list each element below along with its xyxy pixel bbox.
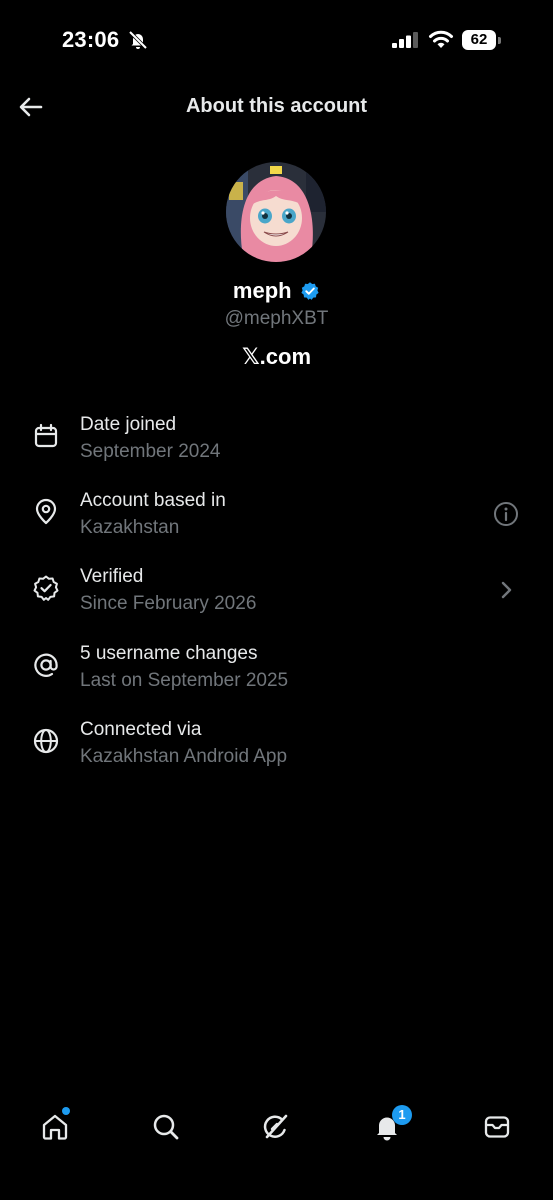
connected-via-value: Kazakhstan Android App <box>80 746 288 767</box>
status-bar: 23:06 62 <box>0 0 553 80</box>
muted-bell-icon <box>128 30 148 50</box>
notifications-count-badge: 1 <box>392 1105 412 1125</box>
username-changes-title: 5 username changes <box>80 643 258 664</box>
connected-via-row: Connected via Kazakhstan Android App <box>0 715 553 785</box>
connected-via-title: Connected via <box>80 719 202 740</box>
globe-icon <box>33 728 59 754</box>
username-changes-row: 5 username changes Last on September 202… <box>0 639 553 709</box>
home-icon <box>42 1114 68 1140</box>
date-joined-row: Date joined September 2024 <box>0 410 553 480</box>
chevron-right-icon[interactable] <box>492 576 520 604</box>
account-based-in-title: Account based in <box>80 490 226 511</box>
battery-indicator: 62 <box>462 30 496 50</box>
site-label: 𝕏.com <box>241 344 312 369</box>
verified-value: Since February 2026 <box>80 593 257 614</box>
display-name: meph <box>232 278 292 303</box>
home-unread-dot <box>62 1107 70 1115</box>
username-changes-value: Last on September 2025 <box>80 670 289 691</box>
bottom-tab-bar: 1 <box>0 1095 553 1159</box>
date-joined-title: Date joined <box>80 414 177 435</box>
header: About this account <box>0 80 553 132</box>
envelope-icon <box>484 1116 510 1138</box>
tab-notifications[interactable]: 1 <box>365 1105 412 1149</box>
account-based-in-value: Kazakhstan <box>80 517 180 538</box>
wifi-icon <box>429 30 453 48</box>
display-name-row: meph <box>0 278 553 304</box>
info-icon[interactable] <box>492 500 520 528</box>
avatar-illustration <box>226 162 326 262</box>
verified-badge-icon <box>301 282 319 300</box>
tab-search[interactable] <box>144 1105 188 1149</box>
location-pin-icon <box>35 498 57 525</box>
calendar-icon <box>34 423 58 448</box>
tab-messages[interactable] <box>475 1105 519 1149</box>
cellular-signal-icon <box>392 32 418 48</box>
tab-home[interactable] <box>33 1105 77 1149</box>
account-based-in-row: Account based in Kazakhstan <box>0 486 553 556</box>
tab-grok[interactable] <box>254 1105 298 1149</box>
date-joined-value: September 2024 <box>80 441 221 462</box>
at-sign-icon <box>34 653 58 677</box>
verified-badge-outline-icon <box>33 575 59 601</box>
clock: 23:06 <box>62 27 120 52</box>
grok-icon <box>263 1114 288 1139</box>
page-title: About this account <box>185 95 368 117</box>
verified-row[interactable]: Verified Since February 2026 <box>0 562 553 632</box>
user-handle: @mephXBT <box>224 308 329 329</box>
avatar[interactable] <box>226 162 326 262</box>
search-icon <box>153 1114 179 1140</box>
battery-tip <box>498 37 501 44</box>
verified-title: Verified <box>80 566 144 587</box>
